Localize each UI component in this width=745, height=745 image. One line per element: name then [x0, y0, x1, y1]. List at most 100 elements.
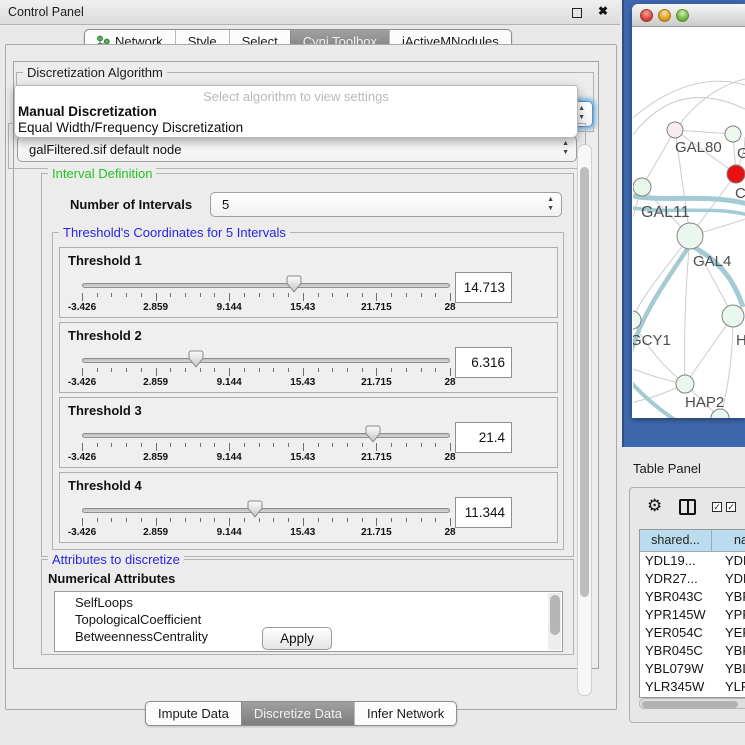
slider-thumb[interactable] — [247, 500, 263, 518]
table-header-cell[interactable]: name — [712, 530, 745, 551]
algorithm-dropdown: Select algorithm to view settings Manual… — [14, 85, 578, 138]
network-edge-thick — [633, 195, 745, 204]
network-edge — [633, 236, 690, 320]
table-row[interactable]: YBL079WYBL0 — [640, 660, 745, 678]
slider-thumb[interactable] — [365, 425, 381, 443]
bottom-tab-discretize-data[interactable]: Discretize Data — [241, 702, 354, 725]
slider-scale-label: 21.715 — [361, 302, 392, 313]
network-node[interactable] — [667, 122, 683, 138]
close-icon[interactable]: ✖ — [598, 4, 608, 18]
table-cell[interactable]: YLR345W — [640, 678, 712, 696]
checkbox-icon[interactable]: ✓ — [712, 502, 722, 512]
h-scrollbar-thumb[interactable] — [642, 701, 738, 708]
slider-scale-label: 28 — [444, 302, 455, 313]
columns-icon[interactable] — [679, 499, 696, 515]
network-node-label: GA — [737, 145, 745, 162]
interval-definition-group: Interval Definition Number of Intervals … — [41, 173, 574, 557]
table-row[interactable]: YLR345WYLR3 — [640, 678, 745, 696]
h-scrollbar[interactable] — [639, 698, 745, 709]
slider-scale: -3.4262.8599.14415.4321.71528 — [82, 377, 450, 388]
slider-tick — [185, 368, 186, 372]
table-cell[interactable]: YBL079W — [640, 660, 712, 678]
threshold-value-field[interactable]: 11.344 — [455, 497, 512, 528]
list-scrollbar[interactable] — [548, 593, 561, 650]
network-node[interactable] — [676, 375, 694, 393]
apply-button[interactable]: Apply — [262, 627, 332, 650]
node-table[interactable]: shared... name YDL19...YDL1YDR27...YDR2Y… — [639, 529, 745, 698]
table-cell[interactable]: YBL0 — [712, 660, 745, 678]
threshold-value-field[interactable]: 14.713 — [455, 272, 512, 303]
attribute-item[interactable]: SelfLoops — [55, 594, 562, 611]
dropdown-placeholder: Select algorithm to view settings — [15, 86, 577, 103]
threshold-value-field[interactable]: 21.4 — [455, 422, 512, 453]
table-cell[interactable]: YPR145W — [640, 606, 712, 624]
table-row[interactable]: YDR27...YDR2 — [640, 570, 745, 588]
slider-tick — [244, 368, 245, 372]
table-cell[interactable]: YER0 — [712, 624, 745, 642]
table-cell[interactable]: YLR3 — [712, 678, 745, 696]
slider-tick — [450, 518, 451, 526]
slider-tick — [391, 368, 392, 372]
network-edge — [642, 130, 675, 187]
number-of-intervals-combobox[interactable]: 5 ▲▼ — [210, 192, 562, 217]
slider-tick — [273, 293, 274, 297]
table-row[interactable]: YPR145WYPR1 — [640, 606, 745, 624]
dropdown-option[interactable]: Equal Width/Frequency Discretization — [15, 119, 577, 135]
network-node[interactable] — [633, 178, 651, 196]
table-cell[interactable]: YDL19... — [640, 552, 712, 570]
slider-track[interactable] — [82, 283, 450, 288]
combo-arrows-icon: ▲▼ — [562, 139, 569, 157]
table-cell[interactable]: YBR0 — [712, 642, 745, 660]
network-node[interactable] — [677, 223, 703, 249]
table-cell[interactable]: YBR045C — [640, 642, 712, 660]
list-scrollbar-thumb[interactable] — [550, 595, 560, 635]
slider-tick — [259, 293, 260, 297]
table-cell[interactable]: YBR043C — [640, 588, 712, 606]
table-row[interactable]: YDL19...YDL1 — [640, 552, 745, 570]
network-canvas[interactable]: GAL80GACGAL11GAL4GCY1HHAP2 — [633, 27, 745, 418]
bottom-tab-impute-data[interactable]: Impute Data — [146, 702, 241, 725]
slider-thumb[interactable] — [286, 275, 302, 293]
attribute-item[interactable]: TopologicalCoefficient — [55, 611, 562, 628]
table-cell[interactable]: YBR0 — [712, 588, 745, 606]
threshold-panel: Threshold 3-3.4262.8599.14415.4321.71528… — [59, 397, 558, 468]
slider-tick — [141, 293, 142, 297]
slider-tick — [347, 293, 348, 297]
table-row[interactable]: YER054CYER0 — [640, 624, 745, 642]
slider-tick — [406, 518, 407, 522]
network-window-titlebar[interactable] — [632, 4, 745, 27]
checkbox-icon[interactable]: ✓ — [726, 502, 736, 512]
table-data-combobox[interactable]: galFiltered.sif default node ▲▼ — [17, 136, 577, 162]
slider-track[interactable] — [82, 358, 450, 363]
slider-tick — [406, 368, 407, 372]
table-cell[interactable]: YER054C — [640, 624, 712, 642]
float-window-icon[interactable] — [572, 8, 582, 18]
slider-track[interactable] — [82, 508, 450, 513]
slider-tick — [200, 443, 201, 447]
main-scrollbar-thumb[interactable] — [580, 167, 589, 597]
network-node[interactable] — [725, 126, 741, 142]
minimize-light-icon[interactable] — [658, 9, 671, 22]
table-cell[interactable]: YDL1 — [712, 552, 745, 570]
combo-arrows-icon: ▲▼ — [547, 195, 554, 213]
table-cell[interactable]: YDR2 — [712, 570, 745, 588]
table-row[interactable]: YBR043CYBR0 — [640, 588, 745, 606]
dropdown-option[interactable]: Manual Discretization — [15, 103, 577, 119]
zoom-light-icon[interactable] — [676, 9, 689, 22]
slider-thumb[interactable] — [188, 350, 204, 368]
slider-scale-label: 15.43 — [290, 302, 315, 313]
slider-tick — [229, 368, 230, 376]
table-cell[interactable]: YDR27... — [640, 570, 712, 588]
network-node[interactable] — [722, 305, 744, 327]
table-header-cell[interactable]: shared... — [640, 530, 712, 551]
main-scrollbar[interactable] — [577, 144, 592, 696]
network-node[interactable] — [727, 165, 745, 183]
table-row[interactable]: YBR045CYBR0 — [640, 642, 745, 660]
slider-track[interactable] — [82, 433, 450, 438]
close-light-icon[interactable] — [640, 9, 653, 22]
thresholds-group: Threshold's Coordinates for 5 Intervals … — [52, 232, 564, 550]
gear-icon[interactable]: ⚙ — [647, 496, 662, 516]
threshold-value-field[interactable]: 6.316 — [455, 347, 512, 378]
table-cell[interactable]: YPR1 — [712, 606, 745, 624]
bottom-tab-infer-network[interactable]: Infer Network — [354, 702, 456, 725]
